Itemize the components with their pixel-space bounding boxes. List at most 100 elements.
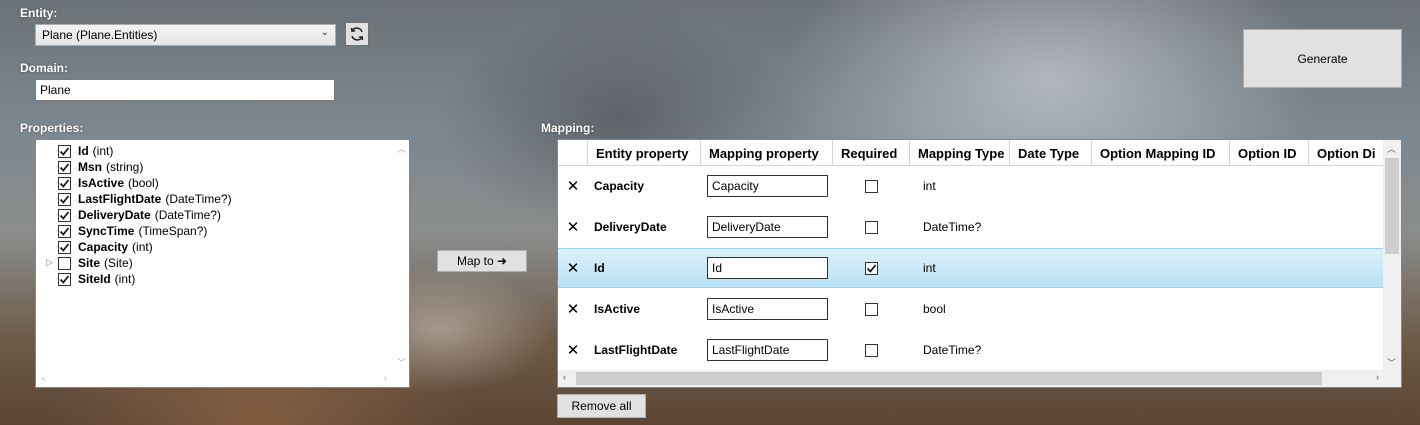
required-checkbox[interactable]: [865, 302, 878, 316]
properties-tree[interactable]: Id (int) Msn (string) IsActive (bool) LastFlig…: [35, 139, 410, 388]
property-checkbox[interactable]: [58, 256, 71, 270]
refresh-button[interactable]: [345, 22, 369, 46]
vertical-scroll-thumb[interactable]: [1385, 158, 1399, 254]
column-header[interactable]: [558, 140, 588, 166]
entity-label: Entity:: [20, 6, 58, 20]
property-name: Capacity: [78, 240, 129, 254]
scroll-left-icon[interactable]: ‹: [563, 372, 566, 382]
property-name: LastFlightDate: [78, 192, 162, 206]
property-type: (TimeSpan?): [138, 224, 208, 238]
mapping-horizontal-scrollbar[interactable]: ‹ ›: [558, 370, 1385, 387]
property-type: (string): [106, 160, 144, 174]
mapping-label: Mapping:: [541, 121, 595, 135]
property-checkbox[interactable]: [58, 144, 71, 158]
required-checkbox[interactable]: [865, 179, 878, 193]
property-checkbox[interactable]: [58, 192, 71, 206]
property-checkbox[interactable]: [58, 272, 71, 286]
remove-row-icon[interactable]: ✕: [558, 289, 588, 329]
property-checkbox[interactable]: [58, 160, 71, 174]
property-name: IsActive: [78, 176, 125, 190]
scroll-down-icon[interactable]: ﹀: [397, 356, 406, 369]
scroll-right-icon[interactable]: ›: [1376, 372, 1379, 382]
column-header[interactable]: Option Mapping ID: [1092, 140, 1230, 166]
scroll-left-icon[interactable]: ‹: [42, 373, 45, 383]
remove-row-icon[interactable]: ✕: [558, 249, 588, 287]
required-cell: [833, 207, 910, 247]
required-cell: [833, 249, 910, 287]
property-name: DeliveryDate: [78, 208, 151, 222]
mapping-grid-header: Entity property Mapping property Required M…: [558, 140, 1401, 166]
required-checkbox[interactable]: [865, 261, 878, 275]
mapping-row[interactable]: ✕ IsActive IsActive bool: [558, 289, 1385, 329]
property-checkbox[interactable]: [58, 208, 71, 222]
property-type: (bool): [128, 176, 159, 190]
generate-button[interactable]: Generate: [1243, 29, 1402, 88]
property-type: (int): [132, 240, 153, 254]
required-checkbox[interactable]: [865, 343, 878, 357]
property-name: SyncTime: [78, 224, 135, 238]
mapping-property-input[interactable]: Id: [707, 257, 828, 279]
property-item[interactable]: Site (Site): [58, 255, 133, 271]
entity-property-cell: IsActive: [594, 302, 641, 316]
mapping-row[interactable]: ✕ DeliveryDate DeliveryDate DateTime?: [558, 207, 1385, 247]
column-header[interactable]: Option ID: [1230, 140, 1309, 166]
map-to-button[interactable]: Map to ➜: [437, 250, 527, 272]
property-name: Msn: [78, 160, 102, 174]
column-header[interactable]: Date Type: [1010, 140, 1092, 166]
entity-property-cell: Id: [594, 261, 605, 275]
mapping-property-input[interactable]: DeliveryDate: [707, 216, 828, 238]
properties-label: Properties:: [20, 121, 84, 135]
property-item[interactable]: Capacity (int): [58, 239, 153, 255]
remove-all-button[interactable]: Remove all: [557, 394, 646, 418]
property-item[interactable]: Msn (string): [58, 159, 143, 175]
property-item[interactable]: SyncTime (TimeSpan?): [58, 223, 207, 239]
column-header[interactable]: Mapping Type: [910, 140, 1010, 166]
entity-select-value: Plane (Plane.Entities): [42, 28, 158, 42]
chevron-down-icon: ⌄: [320, 27, 329, 38]
property-item[interactable]: LastFlightDate (DateTime?): [58, 191, 232, 207]
remove-row-icon[interactable]: ✕: [558, 207, 588, 247]
mapping-grid[interactable]: Entity property Mapping property Required M…: [557, 139, 1402, 388]
remove-row-icon[interactable]: ✕: [558, 330, 588, 370]
scroll-up-icon[interactable]: ︿: [397, 142, 406, 155]
expand-arrow-icon[interactable]: ▷: [46, 257, 53, 268]
mapping-property-input[interactable]: LastFlightDate: [707, 339, 828, 361]
mapping-row[interactable]: ✕ LastFlightDate LastFlightDate DateTime?: [558, 330, 1385, 370]
scroll-down-icon[interactable]: ﹀: [1387, 356, 1396, 369]
property-item[interactable]: IsActive (bool): [58, 175, 159, 191]
property-type: (DateTime?): [154, 208, 221, 222]
column-header[interactable]: Required: [833, 140, 910, 166]
remove-row-icon[interactable]: ✕: [558, 166, 588, 206]
property-item[interactable]: DeliveryDate (DateTime?): [58, 207, 221, 223]
property-item[interactable]: SiteId (int): [58, 271, 135, 287]
mapping-type-cell: DateTime?: [923, 220, 982, 234]
mapping-property-input[interactable]: Capacity: [707, 175, 828, 197]
mapping-vertical-scrollbar[interactable]: ︿ ﹀: [1383, 140, 1401, 371]
column-header[interactable]: Mapping property: [701, 140, 833, 166]
horizontal-scroll-thumb[interactable]: [576, 372, 1322, 385]
mapping-property-input[interactable]: IsActive: [707, 298, 828, 320]
property-name: SiteId: [78, 272, 111, 286]
property-type: (int): [114, 272, 136, 286]
properties-horizontal-scrollbar[interactable]: ‹ ›: [36, 371, 409, 387]
property-checkbox[interactable]: [58, 224, 71, 238]
property-item[interactable]: Id (int): [58, 143, 113, 159]
mapping-row[interactable]: ✕ Id Id int: [558, 248, 1385, 288]
mapping-type-cell: int: [923, 261, 936, 275]
property-checkbox[interactable]: [58, 176, 71, 190]
mapping-type-cell: int: [923, 179, 936, 193]
mapping-property-cell: IsActive: [701, 289, 833, 329]
property-checkbox[interactable]: [58, 240, 71, 254]
entity-select[interactable]: Plane (Plane.Entities) ⌄: [35, 24, 336, 46]
entity-property-cell: DeliveryDate: [594, 220, 667, 234]
mapping-property-cell: Capacity: [701, 166, 833, 206]
mapping-row[interactable]: ✕ Capacity Capacity int: [558, 166, 1385, 206]
required-checkbox[interactable]: [865, 220, 878, 234]
mapping-property-cell: Id: [701, 249, 833, 287]
required-cell: [833, 166, 910, 206]
properties-vertical-scrollbar[interactable]: ︿ ﹀: [393, 140, 409, 387]
column-header[interactable]: Entity property: [588, 140, 701, 166]
scroll-right-icon[interactable]: ›: [384, 373, 387, 383]
domain-field[interactable]: Plane: [35, 79, 335, 101]
scroll-up-icon[interactable]: ︿: [1387, 142, 1396, 155]
